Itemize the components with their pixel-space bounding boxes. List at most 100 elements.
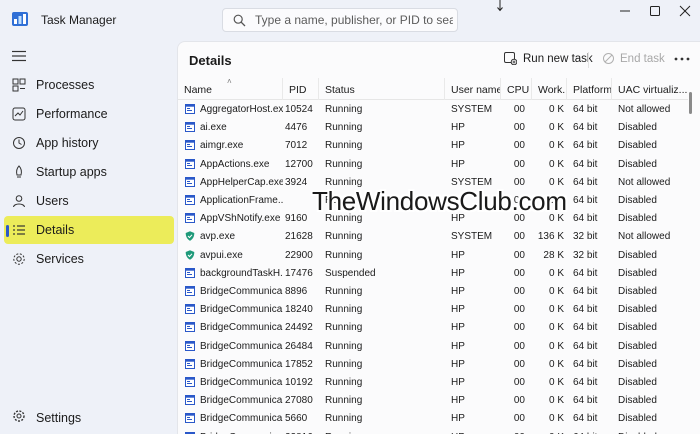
table-header: Name ˄ PID Status User name CPU Work... … [178, 78, 688, 100]
cell-platform: 64 bit [573, 286, 598, 297]
scrollbar-thumb[interactable] [689, 92, 692, 114]
cell-cpu: 00 [513, 413, 525, 425]
table-row[interactable]: BridgeCommunica... 27080 Running HP 00 0 K 64 … [178, 391, 688, 409]
sidebar-item-users[interactable]: Users [4, 187, 174, 215]
table-row[interactable]: ai.exe 4476 Running HP 00 0 K 64 bit Disabled [178, 118, 688, 136]
cell-cpu: 00 [513, 304, 525, 316]
sidebar-item-label: Details [36, 223, 75, 237]
search-input[interactable] [255, 12, 453, 28]
column-header-pid[interactable]: PID [283, 78, 319, 100]
table-row[interactable]: avp.exe 21628 Running SYSTEM 00 136 K 32 bit No… [178, 227, 688, 245]
cell-platform: 64 bit [573, 158, 598, 170]
cell-uac: Disabled [618, 428, 688, 434]
cell-working-set: 0 K [548, 340, 564, 352]
table-row[interactable]: BridgeCommunica... 5660 Running HP 00 0 K 64 b… [178, 409, 688, 427]
cell-platform: 64 bit [573, 104, 598, 115]
cell-pid: 22816 [285, 428, 319, 434]
minimize-icon[interactable] [610, 4, 640, 18]
cell-uac: Disabled [618, 213, 657, 225]
cell-pid: 12700 [285, 158, 313, 170]
table-row[interactable]: BridgeCommunica... 24492 Running HP 00 0 K 64 … [178, 318, 688, 336]
cell-working-set: 0 K [548, 176, 564, 188]
maximize-icon[interactable] [640, 4, 670, 18]
cell-status: Running [325, 358, 363, 370]
table-row[interactable]: BridgeCommunica... 10192 Running HP 00 0 K 64 … [178, 373, 688, 391]
cell-process-name: AppActions.exe [200, 158, 270, 170]
cell-platform: 64 bit [573, 304, 598, 316]
cell-user-name: HP [451, 358, 465, 370]
cell-working-set: 0 K [548, 195, 564, 206]
table-row[interactable]: backgroundTaskH... 17476 Suspended HP 00 0 K 6… [178, 264, 688, 282]
close-icon[interactable] [670, 4, 700, 18]
cell-platform: 64 bit [573, 428, 612, 434]
sidebar-item-startup-apps[interactable]: Startup apps [4, 158, 174, 186]
table-row[interactable]: AppHelperCap.exe 3924 Running SYSTEM 00 0 K 64… [178, 173, 688, 191]
cell-user-name: SYSTEM [451, 176, 493, 188]
cell-status: Running [325, 428, 445, 434]
column-header-uac[interactable]: UAC virtualiz... [612, 78, 688, 100]
cell-cpu: 00 [513, 231, 525, 243]
cell-status: Running [325, 413, 363, 425]
cell-pid: 10524 [285, 104, 313, 115]
cell-uac: Disabled [618, 122, 657, 134]
cell-uac: Disabled [618, 158, 657, 170]
cell-platform: 64 bit [573, 140, 598, 152]
cell-uac: Disabled [618, 322, 657, 334]
column-header-status[interactable]: Status [319, 78, 445, 100]
sidebar-item-app-history[interactable]: App history [4, 129, 174, 157]
cell-user-name: SYSTEM [451, 104, 493, 115]
cell-uac: Disabled [618, 304, 657, 316]
column-header-platform[interactable]: Platform [567, 78, 612, 100]
table-row[interactable]: BridgeCommunica... 26484 Running HP 00 0 K 64 … [178, 337, 688, 355]
cell-user-name: HP [451, 304, 465, 316]
cell-process-name: BridgeCommunica... [200, 413, 283, 425]
cell-cpu: 00 [513, 140, 525, 152]
table-row[interactable]: AppVShNotify.exe 9160 Running HP 00 0 K 64 bit… [178, 209, 688, 227]
table-row[interactable]: avpui.exe 22900 Running HP 00 28 K 32 bit Disab… [178, 246, 688, 264]
table-row[interactable]: aimgr.exe 7012 Running HP 00 0 K 64 bit Disable… [178, 136, 688, 154]
cell-pid: 8896 [285, 286, 308, 297]
cell-process-name: avp.exe [200, 231, 236, 243]
block-icon [603, 53, 614, 64]
cell-user-name: HP [451, 413, 465, 425]
table-row[interactable]: BridgeCommunica... 18240 Running HP 00 0 K 64 … [178, 300, 688, 318]
table-row[interactable]: BridgeCommunica... 17852 Running HP 00 0 K 64 … [178, 355, 688, 373]
sidebar-item-label: Processes [36, 78, 95, 92]
table-row[interactable]: ApplicationFrame... Running HP 00 0 K 64 bit D… [178, 191, 688, 209]
table-row[interactable]: BridgeCommunica...22816 Running HP00 0 K 64 … [178, 428, 688, 434]
more-options-icon[interactable] [674, 57, 690, 61]
table-row[interactable]: AppActions.exe 12700 Running HP 00 0 K 64 bit D… [178, 155, 688, 173]
cell-platform: 64 bit [573, 340, 598, 352]
sidebar-item-details[interactable]: Details [4, 216, 174, 244]
cell-platform: 32 bit [573, 231, 598, 243]
cell-process-name: AggregatorHost.exe [200, 104, 283, 115]
sidebar-item-performance[interactable]: Performance [4, 100, 174, 128]
cell-cpu: 00 [513, 340, 525, 352]
cell-uac: Disabled [618, 286, 657, 297]
cell-working-set: 0 K [548, 267, 564, 279]
table-row[interactable]: AggregatorHost.exe 10524 Running SYSTEM 00 0 … [178, 100, 688, 118]
title-bar: Task Manager [0, 0, 700, 40]
cell-pid: 3924 [285, 176, 308, 188]
cell-platform: 32 bit [573, 249, 598, 261]
column-header-cpu[interactable]: CPU [501, 78, 532, 100]
column-header-name[interactable]: Name ˄ [178, 78, 283, 100]
column-header-working-set[interactable]: Work... [532, 78, 567, 100]
cell-pid [285, 191, 319, 209]
cell-cpu: 00 [513, 286, 525, 297]
cell-platform: 64 bit [573, 413, 598, 425]
cell-uac: Not allowed [618, 176, 671, 188]
sort-ascending-icon: ˄ [227, 78, 232, 86]
cell-process-name: BridgeCommunica... [200, 304, 283, 316]
details-icon [13, 225, 25, 235]
table-row[interactable]: BridgeCommunica... 8896 Running HP 00 0 K 64 b… [178, 282, 688, 300]
sidebar-item-services[interactable]: Services [4, 245, 174, 273]
sidebar-item-processes[interactable]: Processes [4, 71, 174, 99]
sidebar-item-settings[interactable]: Settings [4, 403, 174, 431]
sidebar-item-label: Startup apps [36, 165, 107, 179]
column-header-user-name[interactable]: User name [445, 78, 501, 100]
hamburger-menu-icon[interactable] [12, 50, 26, 62]
cell-working-set: 0 K [548, 413, 564, 425]
search-box[interactable] [222, 8, 458, 32]
cell-user-name: HP [451, 340, 465, 352]
